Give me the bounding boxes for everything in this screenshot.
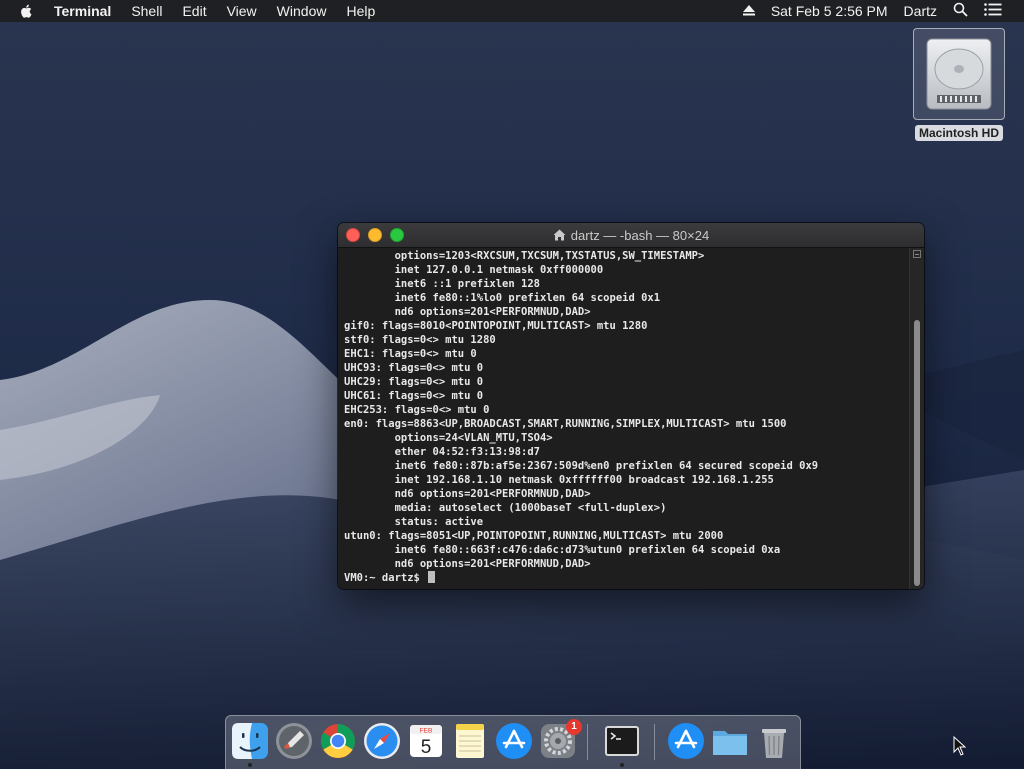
spotlight-search-icon[interactable]	[953, 2, 968, 20]
dock-item-documents[interactable]	[710, 721, 750, 761]
menu-window[interactable]: Window	[277, 3, 327, 19]
finder-icon	[232, 723, 268, 759]
menu-edit[interactable]: Edit	[182, 3, 206, 19]
text-cursor	[428, 571, 436, 583]
app-store-icon	[668, 723, 704, 759]
terminal-line: inet 127.0.0.1 netmask 0xff000000	[344, 264, 604, 276]
trash-icon	[762, 729, 786, 758]
dock-item-notes[interactable]	[450, 721, 490, 761]
terminal-line: inet6 ::1 prefixlen 128	[344, 278, 540, 290]
window-controls	[346, 228, 412, 242]
zoom-button[interactable]	[390, 228, 404, 242]
close-button[interactable]	[346, 228, 360, 242]
running-indicator	[620, 763, 624, 767]
terminal-prompt-line[interactable]: VM0:~ dartz$	[344, 571, 904, 585]
terminal-output[interactable]: options=1203<RXCSUM,TXCSUM,TXSTATUS,SW_T…	[344, 249, 904, 585]
chrome-icon	[321, 724, 355, 758]
dock-separator	[654, 724, 655, 760]
dock-item-trash[interactable]	[754, 721, 794, 761]
terminal-scrollbar[interactable]	[909, 248, 924, 589]
terminal-line: stf0: flags=0<> mtu 1280	[344, 334, 496, 346]
terminal-line: inet6 fe80::663f:c476:da6c:d73%utun0 pre…	[344, 544, 781, 556]
terminal-titlebar[interactable]: dartz — -bash — 80×24	[338, 223, 924, 248]
dock-item-applications[interactable]	[666, 721, 706, 761]
menu-view[interactable]: View	[227, 3, 257, 19]
launchpad-icon	[276, 723, 312, 759]
terminal-line: UHC93: flags=0<> mtu 0	[344, 362, 484, 374]
terminal-line: nd6 options=201<PERFORMNUD,DAD>	[344, 488, 591, 500]
minimize-button[interactable]	[368, 228, 382, 242]
safari-icon	[364, 723, 400, 759]
menubar-clock[interactable]: Sat Feb 5 2:56 PM	[771, 3, 888, 19]
apple-logo-icon[interactable]	[20, 2, 36, 20]
app-store-icon	[496, 723, 532, 759]
split-pane-icon[interactable]	[913, 250, 921, 258]
dock-item-terminal[interactable]	[602, 721, 642, 761]
notification-badge: 1	[566, 719, 582, 735]
terminal-line: en0: flags=8863<UP,BROADCAST,SMART,RUNNI…	[344, 418, 787, 430]
terminal-line: ether 04:52:f3:13:98:d7	[344, 446, 540, 458]
dock-item-chrome[interactable]	[318, 721, 358, 761]
terminal-line: status: active	[344, 516, 484, 528]
running-indicator	[248, 763, 252, 767]
macintosh-hd-label: Macintosh HD	[914, 125, 1003, 141]
terminal-line: nd6 options=201<PERFORMNUD,DAD>	[344, 306, 591, 318]
terminal-line: inet 192.168.1.10 netmask 0xffffff00 bro…	[344, 474, 774, 486]
macintosh-hd-desktop-icon[interactable]: Macintosh HD	[910, 28, 1008, 142]
terminal-line: UHC61: flags=0<> mtu 0	[344, 390, 484, 402]
dock-item-system-preferences[interactable]: 1	[538, 719, 582, 761]
dock-separator	[587, 724, 588, 760]
terminal-line: options=1203<RXCSUM,TXCSUM,TXSTATUS,SW_T…	[344, 250, 705, 262]
dock-item-app-store[interactable]	[494, 721, 534, 761]
terminal-line: nd6 options=201<PERFORMNUD,DAD>	[344, 558, 591, 570]
menu-bar: Terminal Shell Edit View Window Help Sat…	[0, 0, 1024, 22]
menubar-user[interactable]: Dartz	[904, 3, 937, 19]
terminal-window[interactable]: dartz — -bash — 80×24 options=1203<RXCSU…	[338, 223, 924, 589]
terminal-line: inet6 fe80::87b:af5e:2367:509d%en0 prefi…	[344, 460, 819, 472]
menu-shell[interactable]: Shell	[131, 3, 162, 19]
menu-app-terminal[interactable]: Terminal	[54, 3, 111, 19]
mouse-pointer-icon	[953, 735, 967, 756]
folder-icon	[713, 731, 747, 755]
dock-item-safari[interactable]	[362, 721, 402, 761]
dock-item-finder[interactable]	[230, 721, 270, 761]
terminal-line: options=24<VLAN_MTU,TSO4>	[344, 432, 553, 444]
terminal-line: UHC29: flags=0<> mtu 0	[344, 376, 484, 388]
terminal-line: EHC253: flags=0<> mtu 0	[344, 404, 490, 416]
shell-prompt: VM0:~ dartz$	[344, 572, 427, 584]
dock-item-calendar[interactable]: FEB 5	[406, 721, 446, 761]
terminal-line: gif0: flags=8010<POINTOPOINT,MULTICAST> …	[344, 320, 648, 332]
dock: FEB 5 1	[225, 715, 801, 769]
menu-help[interactable]: Help	[346, 3, 375, 19]
notes-icon	[456, 724, 484, 758]
terminal-icon	[605, 726, 639, 756]
home-folder-icon	[553, 229, 566, 241]
window-title: dartz — -bash — 80×24	[338, 228, 924, 243]
calendar-icon: FEB 5	[410, 725, 442, 758]
terminal-line: inet6 fe80::1%lo0 prefixlen 64 scopeid 0…	[344, 292, 661, 304]
terminal-content[interactable]: options=1203<RXCSUM,TXCSUM,TXSTATUS,SW_T…	[338, 248, 924, 589]
notification-center-icon[interactable]	[984, 3, 1002, 19]
terminal-line: EHC1: flags=0<> mtu 0	[344, 348, 477, 360]
terminal-line: media: autoselect (1000baseT <full-duple…	[344, 502, 667, 514]
dock-item-launchpad[interactable]	[274, 721, 314, 761]
hard-drive-icon	[913, 28, 1005, 120]
eject-icon[interactable]	[742, 3, 755, 19]
window-title-text: dartz — -bash — 80×24	[570, 227, 710, 243]
calendar-day: 5	[421, 737, 432, 758]
scrollbar-thumb[interactable]	[914, 320, 920, 586]
calendar-month: FEB	[420, 728, 433, 735]
terminal-line: utun0: flags=8051<UP,POINTOPOINT,RUNNING…	[344, 530, 724, 542]
